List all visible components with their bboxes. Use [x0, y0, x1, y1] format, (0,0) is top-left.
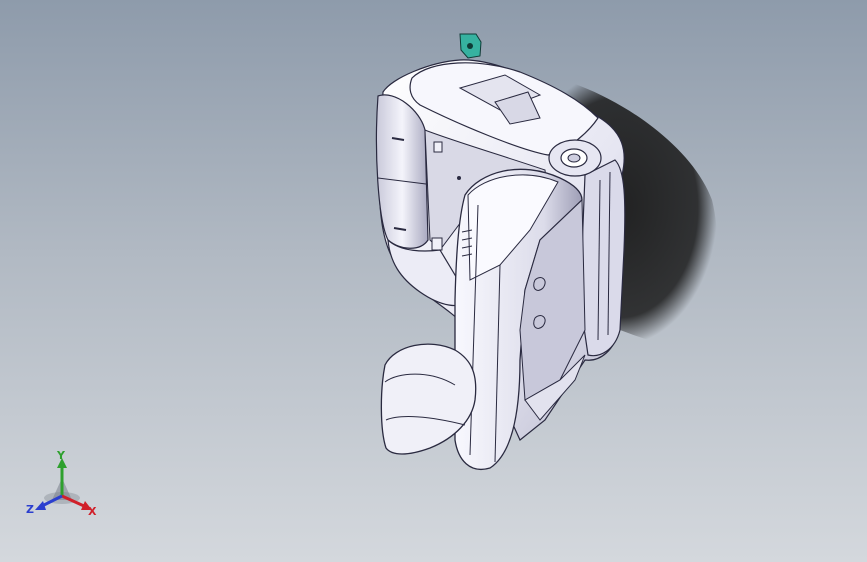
z-axis-arrow — [35, 501, 46, 510]
y-axis-label: Y — [57, 449, 65, 462]
right-side-rail — [579, 159, 626, 357]
cad-model[interactable] — [0, 0, 867, 562]
left-side-panel — [375, 94, 429, 249]
graphics-viewport[interactable]: Y X Z — [0, 0, 867, 562]
axis-triad: Y X Z — [26, 448, 106, 523]
inner-tab-2 — [431, 237, 443, 251]
port-hole — [567, 153, 581, 163]
inner-hole — [457, 176, 461, 180]
z-axis-label: Z — [26, 503, 34, 516]
teal-fitting-hole — [467, 43, 473, 49]
inner-tab-1 — [433, 141, 443, 153]
x-axis-label: X — [88, 505, 97, 518]
